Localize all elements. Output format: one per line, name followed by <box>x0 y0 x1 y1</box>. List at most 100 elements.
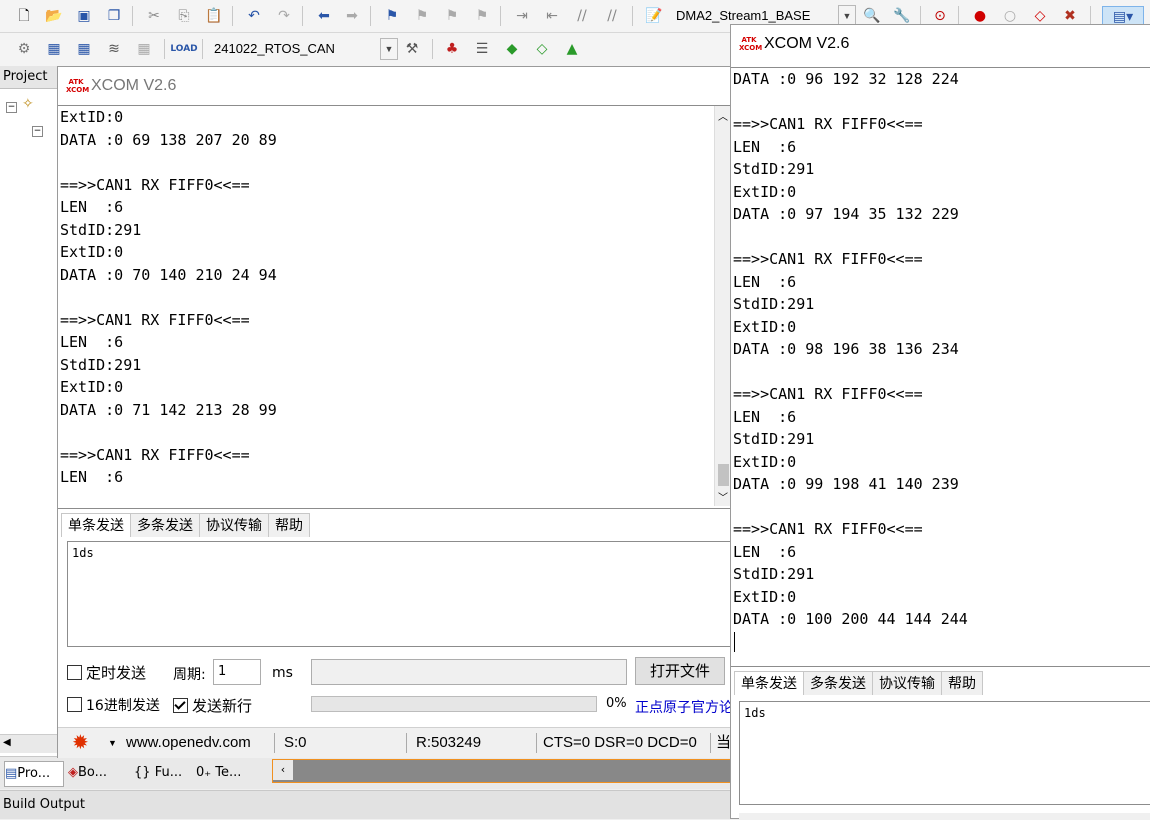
project-root-icon[interactable]: ✧ <box>22 96 34 112</box>
checkbox-box[interactable] <box>67 697 82 712</box>
rebuild-icon[interactable]: ▦ <box>74 39 94 59</box>
file-path-input[interactable] <box>311 659 627 685</box>
build-output-title: Build Output <box>0 790 730 819</box>
tab-functions[interactable]: {} Fu... <box>134 761 182 785</box>
receive-line: ExtID:0 <box>733 182 797 201</box>
open-file-button[interactable]: 打开文件 <box>635 657 725 685</box>
nav-forward-icon[interactable]: ➡ <box>342 6 362 26</box>
receive-area[interactable]: ExtID:0 DATA :0 69 138 207 20 89 ==>>CAN1 … <box>58 105 733 509</box>
download-load-icon[interactable]: LOAD <box>170 39 197 59</box>
toolbar-separator <box>232 6 233 26</box>
period-unit: ms <box>272 665 293 681</box>
disable-breakpoint-icon[interactable]: ○ <box>1000 6 1020 26</box>
period-input[interactable]: 1 <box>213 659 261 685</box>
receive-line <box>58 151 732 174</box>
forum-link[interactable]: 正点原子官方论坛 <box>635 697 731 717</box>
scroll-up-icon[interactable]: ︿ <box>718 108 728 123</box>
undo-icon[interactable]: ↶ <box>244 6 264 26</box>
send-input[interactable]: 1ds <box>739 701 1150 805</box>
tab-protocol[interactable]: 协议传输 <box>872 671 942 695</box>
progress-percent: 0% <box>606 696 627 711</box>
send-input[interactable]: 1ds <box>67 541 733 647</box>
receive-line: ==>>CAN1 RX FIFF0<<== <box>60 310 250 329</box>
uncomment-icon[interactable]: // <box>602 6 622 26</box>
copy-icon[interactable]: ⎘ <box>174 6 194 26</box>
start-debug-icon[interactable]: ⊙ <box>930 6 950 26</box>
breakpoint-icon[interactable]: ● <box>970 6 990 26</box>
receive-line: DATA :0 99 198 41 140 239 <box>733 475 959 493</box>
target-options-icon[interactable]: ⚒ <box>402 39 422 59</box>
next-bookmark-icon[interactable]: ⚑ <box>442 6 462 26</box>
tree-expand-icon[interactable]: − <box>6 102 17 113</box>
receive-text: ExtID:0 DATA :0 69 138 207 20 89 ==>>CAN1 … <box>58 106 732 489</box>
save-icon[interactable]: ▣ <box>74 6 94 26</box>
receive-area[interactable]: DATA :0 96 192 32 128 224 ==>>CAN1 RX FIF… <box>731 67 1150 667</box>
website-link[interactable]: www.openedv.com <box>126 728 251 758</box>
translate-icon[interactable]: ⚙ <box>14 39 34 59</box>
chevron-down-icon[interactable]: ▼ <box>108 728 117 758</box>
file-extensions-icon[interactable]: ♣ <box>442 39 462 59</box>
new-file-icon[interactable]: 🗋 <box>14 6 34 26</box>
comment-icon[interactable]: // <box>572 6 592 26</box>
gear-icon[interactable]: ✹ <box>72 728 89 758</box>
bookmark-icon[interactable]: ⚑ <box>382 6 402 26</box>
receive-line: LEN :6 <box>733 272 797 291</box>
chevron-down-icon[interactable]: ▼ <box>380 38 398 60</box>
scroll-thumb[interactable] <box>718 464 729 486</box>
checkbox-box[interactable] <box>67 665 82 680</box>
manage-components-icon[interactable]: ☰ <box>472 39 492 59</box>
project-select[interactable]: 241022_RTOS_CAN ▼ <box>208 38 398 60</box>
cut-icon[interactable]: ✂ <box>144 6 164 26</box>
send-newline-checkbox[interactable]: 发送新行 <box>173 695 252 716</box>
tree-expand-icon[interactable]: − <box>32 126 43 137</box>
receive-line: DATA :0 71 142 213 28 99 <box>60 400 277 419</box>
build-icon[interactable]: ▦ <box>44 39 64 59</box>
receive-line: ==>>CAN1 RX FIFF0<<== <box>60 175 250 194</box>
tab-help[interactable]: 帮助 <box>268 513 310 537</box>
scroll-left-icon[interactable]: ◀ <box>3 737 11 748</box>
receive-line: ExtID:0 <box>60 243 124 261</box>
find-in-files-icon[interactable]: 📝 <box>644 6 664 26</box>
paste-icon[interactable]: 📋 <box>204 6 224 26</box>
tab-single-send[interactable]: 单条发送 <box>61 513 131 537</box>
batch-build-icon[interactable]: ≋ <box>104 39 124 59</box>
tab-multi-send[interactable]: 多条发送 <box>803 671 873 695</box>
tab-templates[interactable]: 0₊ Te... <box>196 761 241 785</box>
disable-all-breakpoints-icon[interactable]: ◇ <box>1030 6 1050 26</box>
unindent-icon[interactable]: ⇤ <box>542 6 562 26</box>
send-progress-bar <box>311 696 597 712</box>
toolbar-separator <box>432 39 433 59</box>
status-separator <box>710 733 711 753</box>
scroll-left-icon[interactable]: ‹ <box>273 760 293 780</box>
tab-project[interactable]: ▤Pro... <box>4 761 64 787</box>
tab-protocol[interactable]: 协议传输 <box>199 513 269 537</box>
toolbar-separator <box>1090 6 1091 26</box>
status-trailing: 当 <box>716 734 732 751</box>
nav-back-icon[interactable]: ⬅ <box>314 6 334 26</box>
select-software-packs-icon[interactable]: ▲ <box>562 39 582 59</box>
status-separator <box>406 733 407 753</box>
receive-line: LEN :6 <box>60 198 124 216</box>
hex-send-checkbox[interactable]: 16进制发送 <box>67 695 160 715</box>
stop-build-icon[interactable]: ▦ <box>134 39 154 59</box>
tab-books[interactable]: ◈Bo... <box>68 761 107 785</box>
checkbox-box-checked[interactable] <box>173 698 188 713</box>
clear-bookmarks-icon[interactable]: ⚑ <box>472 6 492 26</box>
save-all-icon[interactable]: ❐ <box>104 6 124 26</box>
find-icon[interactable]: 🔍 <box>862 6 882 26</box>
open-folder-icon[interactable]: 📂 <box>44 6 64 26</box>
run-environment-icon[interactable]: ◆ <box>502 39 522 59</box>
scroll-down-icon[interactable]: ﹀ <box>718 489 728 504</box>
tab-multi-send[interactable]: 多条发送 <box>130 513 200 537</box>
indent-icon[interactable]: ⇥ <box>512 6 532 26</box>
pack-installer-icon[interactable]: ◇ <box>532 39 552 59</box>
kill-breakpoints-icon[interactable]: ✖ <box>1060 6 1080 26</box>
redo-icon[interactable]: ↷ <box>274 6 294 26</box>
tab-help[interactable]: 帮助 <box>941 671 983 695</box>
horizontal-scrollbar[interactable]: ◀ <box>0 734 58 753</box>
editor-hscrollbar[interactable]: ‹ <box>272 759 732 783</box>
debug-config-icon[interactable]: 🔧 <box>892 6 912 26</box>
prev-bookmark-icon[interactable]: ⚑ <box>412 6 432 26</box>
tab-single-send[interactable]: 单条发送 <box>734 671 804 695</box>
timed-send-checkbox[interactable]: 定时发送 <box>67 662 146 683</box>
